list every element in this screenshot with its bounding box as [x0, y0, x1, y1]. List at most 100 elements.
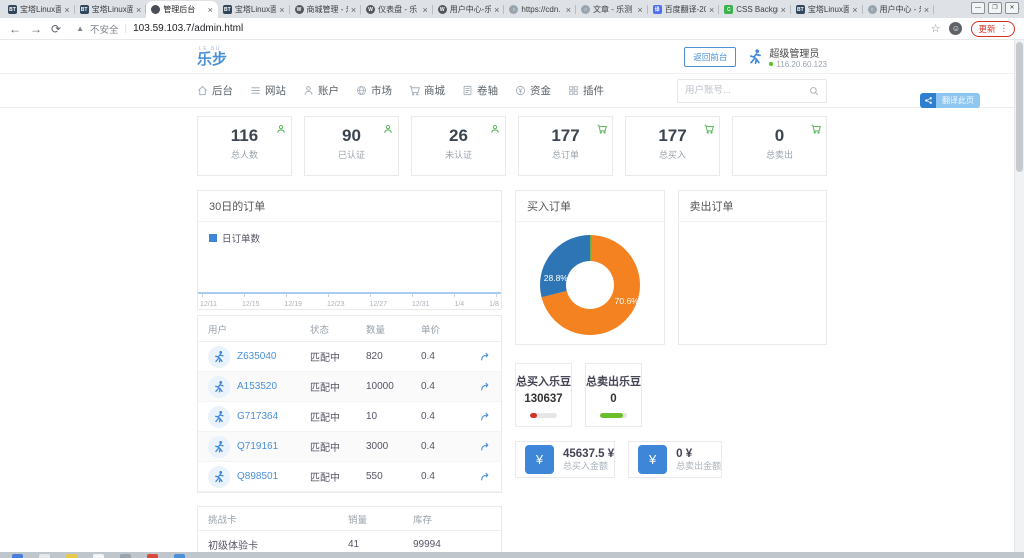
tab-close-icon[interactable]: × — [351, 5, 356, 15]
browser-tab[interactable]: BT 宝塔Linux面 × — [218, 1, 290, 18]
forward-arrow-icon[interactable] — [469, 381, 501, 392]
tab-close-icon[interactable]: × — [709, 5, 714, 15]
nav-item[interactable]: 账户 — [303, 83, 339, 98]
taskbar-icon[interactable] — [120, 554, 131, 558]
translate-widget-label[interactable]: 翻译此页 — [936, 93, 980, 108]
nav-item[interactable]: 插件 — [568, 83, 604, 98]
nav-item[interactable]: 资金 — [515, 83, 551, 98]
admin-info[interactable]: 超级管理员 116.20.60.123 — [746, 45, 827, 69]
taskbar-icon[interactable] — [66, 554, 77, 558]
nav-item-label: 网站 — [265, 85, 286, 97]
nav-item[interactable]: 商城 — [409, 83, 445, 98]
address-bar[interactable]: ▲ 不安全 | 103.59.103.7/admin.html — [70, 22, 922, 36]
dashboard: 116 总人数 90 已认证 26 未认证 177 总订单 177 总买入 0 … — [197, 108, 827, 558]
user-id-link[interactable]: Q898501 — [237, 471, 278, 482]
tab-close-icon[interactable]: × — [136, 5, 141, 15]
order-status: 匹配中 — [310, 353, 340, 364]
order-price: 0.4 — [421, 381, 435, 392]
admin-ip: 116.20.60.123 — [769, 60, 827, 69]
update-label: 更新 — [978, 23, 996, 34]
site-logo[interactable]: LE BU 乐步 — [197, 46, 227, 67]
minimize-button[interactable]: — — [971, 2, 985, 14]
nav-item[interactable]: 网站 — [250, 83, 286, 98]
taskbar-icon[interactable] — [39, 554, 50, 558]
tab-close-icon[interactable]: × — [637, 5, 642, 15]
forward-icon[interactable]: → — [30, 23, 42, 35]
chart-legend[interactable]: 日订单数 — [209, 231, 260, 245]
stat-label: 总订单 — [551, 150, 579, 160]
user-id-link[interactable]: Q719161 — [237, 441, 278, 452]
page-scrollbar[interactable] — [1014, 40, 1024, 558]
runner-icon — [750, 48, 762, 64]
nav-item-label: 账户 — [318, 85, 339, 97]
taskbar-icon[interactable] — [147, 554, 158, 558]
url-text[interactable]: 103.59.103.7/admin.html — [133, 23, 243, 34]
forward-arrow-icon[interactable] — [469, 471, 501, 482]
back-to-front-button[interactable]: 返回前台 — [684, 46, 737, 67]
stat-card: 177 总买入 — [625, 116, 720, 176]
browser-tab[interactable]: BT 宝塔Linux面 × — [3, 1, 75, 18]
user-id-link[interactable]: A153520 — [237, 381, 277, 392]
sell-ledou-progress — [600, 413, 627, 418]
admin-page: LE BU 乐步 返回前台 超级管理员 116.20.60.123 后台 网站 … — [0, 40, 1024, 558]
tab-title: 仪表盘 - 乐 — [378, 5, 418, 14]
browser-tab[interactable]: ○ 用户中心 - 乐 × — [863, 1, 935, 18]
table-row: Q719161 匹配中 3000 0.4 — [198, 432, 501, 462]
user-id-link[interactable]: Z635040 — [237, 351, 276, 362]
restore-button[interactable]: ❐ — [988, 2, 1002, 14]
security-warning-icon[interactable]: ▲ — [76, 24, 84, 33]
tab-close-icon[interactable]: × — [566, 5, 571, 15]
menu-dots-icon[interactable]: ⋮ — [1000, 23, 1009, 34]
tab-close-icon[interactable]: × — [279, 5, 284, 15]
reload-icon[interactable]: ⟳ — [51, 23, 61, 35]
browser-tab[interactable]: W 商城管理 - 乐 × — [290, 1, 362, 18]
user-search-input[interactable] — [685, 85, 809, 96]
nav-item-label: 后台 — [212, 85, 233, 97]
profile-avatar-icon[interactable]: ☺ — [949, 22, 963, 35]
tab-close-icon[interactable]: × — [64, 5, 69, 15]
nav-item[interactable]: 市场 — [356, 83, 392, 98]
browser-tab[interactable]: BT 宝塔Linux面 × — [791, 1, 863, 18]
browser-tab[interactable]: ○ https://cdn. × — [504, 1, 576, 18]
table-body: Z635040 匹配中 820 0.4 A153520 匹配中 10000 0.… — [198, 342, 501, 492]
tab-close-icon[interactable]: × — [781, 5, 786, 15]
update-button[interactable]: 更新 ⋮ — [971, 20, 1015, 37]
user-id-link[interactable]: G717364 — [237, 411, 278, 422]
tab-close-icon[interactable]: × — [924, 5, 929, 15]
forward-arrow-icon[interactable] — [469, 351, 501, 362]
translate-widget[interactable]: 翻译此页 — [920, 93, 980, 108]
stat-card: 177 总订单 — [518, 116, 613, 176]
browser-tab[interactable]: 译 百度翻译-20 × — [648, 1, 720, 18]
legend-swatch — [209, 234, 217, 242]
taskbar-icon[interactable] — [93, 554, 104, 558]
search-icon[interactable] — [809, 86, 819, 96]
windows-taskbar[interactable] — [0, 552, 1024, 558]
nav-item[interactable]: 后台 — [197, 83, 233, 98]
browser-tab[interactable]: W 用户中心-乐 × — [433, 1, 505, 18]
close-button[interactable]: ✕ — [1005, 2, 1019, 14]
user-search-box[interactable] — [677, 78, 827, 103]
plugin-icon — [569, 86, 578, 95]
forward-arrow-icon[interactable] — [469, 441, 501, 452]
scrollbar-thumb[interactable] — [1016, 42, 1023, 172]
x-axis-label: 12/31 — [411, 301, 430, 308]
browser-tab[interactable]: W 仪表盘 - 乐 × — [361, 1, 433, 18]
tab-title: 宝塔Linux面 — [234, 5, 277, 14]
tab-close-icon[interactable]: × — [422, 5, 427, 15]
bookmark-star-icon[interactable]: ☆ — [931, 22, 941, 35]
tab-close-icon[interactable]: × — [852, 5, 857, 15]
browser-tab[interactable]: BT 宝塔Linux面 × — [75, 1, 147, 18]
tab-favicon-icon: BT — [795, 5, 805, 14]
forward-arrow-icon[interactable] — [469, 411, 501, 422]
browser-tab[interactable]: ○ 文章 - 乐测 × — [576, 1, 648, 18]
table-row: A153520 匹配中 10000 0.4 — [198, 372, 501, 402]
browser-tab[interactable]: C CSS Backgr × — [719, 1, 791, 18]
donut-label-orange: 70.6% — [614, 296, 639, 306]
nav-item[interactable]: 卷轴 — [462, 83, 498, 98]
taskbar-icon[interactable] — [174, 554, 185, 558]
taskbar-icon[interactable] — [12, 554, 23, 558]
tab-close-icon[interactable]: × — [208, 5, 213, 15]
tab-close-icon[interactable]: × — [494, 5, 499, 15]
back-icon[interactable]: ← — [9, 23, 21, 35]
browser-tab[interactable]: 管理后台 × — [146, 1, 218, 18]
